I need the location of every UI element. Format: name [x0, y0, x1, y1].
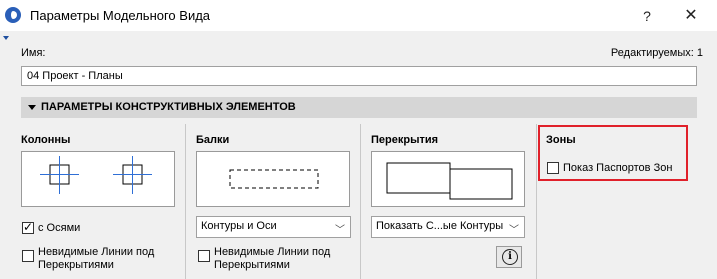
- columns-invisible-lines-checkbox[interactable]: [22, 250, 34, 262]
- collapse-arrow-icon[interactable]: [3, 36, 9, 40]
- chevron-down-icon: ﹀: [509, 225, 519, 236]
- slabs-title: Перекрытия: [371, 134, 439, 146]
- with-axes-label: с Осями: [38, 222, 81, 234]
- editable-count: Редактируемых: 1: [610, 47, 703, 59]
- beam-outline-icon: [229, 169, 319, 189]
- name-input[interactable]: 04 Проект - Планы: [21, 66, 697, 86]
- divider: [185, 124, 186, 279]
- window-title: Параметры Модельного Вида: [30, 8, 211, 23]
- slabs-preview: [371, 151, 525, 207]
- slab-contours-icon: [386, 162, 513, 200]
- info-icon: i: [502, 249, 518, 265]
- beams-title: Балки: [196, 134, 230, 146]
- beams-invisible-lines-label: Невидимые Линии под Перекрытиями: [214, 246, 331, 271]
- divider: [360, 124, 361, 279]
- beams-select-value: Контуры и Оси: [201, 220, 277, 232]
- slabs-select-value: Показать С...ые Контуры: [376, 220, 504, 232]
- chevron-down-icon: ﹀: [335, 225, 345, 236]
- with-axes-checkbox[interactable]: [22, 220, 34, 234]
- close-button[interactable]: ✕: [677, 6, 705, 26]
- chevron-down-icon: [28, 105, 36, 110]
- name-label: Имя:: [21, 47, 46, 59]
- columns-title: Колонны: [21, 134, 71, 146]
- help-button[interactable]: ?: [635, 6, 659, 26]
- divider: [536, 124, 537, 279]
- slabs-display-select[interactable]: Показать С...ые Контуры ﹀: [371, 216, 525, 238]
- columns-preview: [21, 151, 175, 207]
- title-bar: Параметры Модельного Вида ? ✕: [0, 0, 717, 31]
- section-title: ПАРАМЕТРЫ КОНСТРУКТИВНЫХ ЭЛЕМЕНТОВ: [41, 101, 296, 113]
- section-header-structural[interactable]: ПАРАМЕТРЫ КОНСТРУКТИВНЫХ ЭЛЕМЕНТОВ: [21, 97, 697, 118]
- beams-preview: [196, 151, 350, 207]
- info-button[interactable]: i: [496, 246, 522, 268]
- columns-invisible-lines-label: Невидимые Линии под Перекрытиями: [38, 246, 155, 271]
- beams-display-select[interactable]: Контуры и Оси ﹀: [196, 216, 351, 238]
- zones-highlight-frame: [538, 125, 688, 181]
- beams-invisible-lines-checkbox[interactable]: [198, 250, 210, 262]
- columns-axes-icon: [40, 156, 152, 194]
- app-icon: [5, 7, 21, 23]
